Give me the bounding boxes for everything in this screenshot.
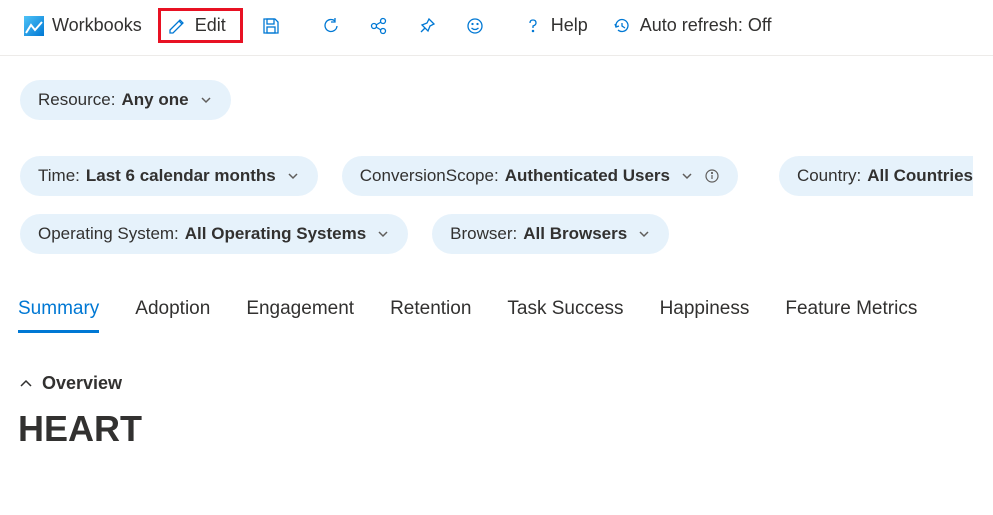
tab-task-success[interactable]: Task Success	[507, 298, 623, 333]
edit-button[interactable]: Edit	[158, 8, 243, 43]
tab-summary[interactable]: Summary	[18, 298, 99, 333]
browser-filter[interactable]: Browser: All Browsers	[432, 214, 669, 254]
pencil-icon	[167, 16, 187, 36]
autorefresh-button[interactable]: Auto refresh: Off	[604, 11, 780, 40]
resource-filter[interactable]: Resource: Any one	[20, 80, 231, 120]
autorefresh-label: Auto refresh: Off	[640, 15, 772, 36]
pin-icon	[417, 16, 437, 36]
refresh-button[interactable]	[311, 12, 351, 40]
question-icon	[523, 16, 543, 36]
tab-happiness[interactable]: Happiness	[660, 298, 750, 333]
filter-value: All Operating Systems	[185, 224, 366, 244]
filter-label: Country:	[797, 166, 861, 186]
tab-engagement[interactable]: Engagement	[246, 298, 354, 333]
filter-label: Operating System:	[38, 224, 179, 244]
share-button[interactable]	[359, 12, 399, 40]
feedback-button[interactable]	[455, 12, 495, 40]
edit-label: Edit	[195, 15, 226, 36]
filter-value: Any one	[121, 90, 188, 110]
page-title: HEART	[18, 408, 975, 450]
workbooks-icon	[24, 16, 44, 36]
chevron-down-icon	[286, 169, 300, 183]
filter-section: Resource: Any one Time: Last 6 calendar …	[0, 56, 993, 298]
workbooks-label: Workbooks	[52, 15, 142, 36]
tab-retention[interactable]: Retention	[390, 298, 471, 333]
toolbar: Workbooks Edit Help	[0, 0, 993, 56]
filter-value: All Browsers	[523, 224, 627, 244]
filter-value: Authenticated Users	[505, 166, 670, 186]
chevron-down-icon	[199, 93, 213, 107]
filter-label: ConversionScope:	[360, 166, 499, 186]
save-icon	[261, 16, 281, 36]
chevron-down-icon	[680, 169, 694, 183]
chevron-down-icon	[637, 227, 651, 241]
filter-value: All Countries	[867, 166, 973, 186]
overview-section-toggle[interactable]: Overview	[18, 373, 975, 394]
section-title: Overview	[42, 373, 122, 394]
save-button[interactable]	[251, 12, 291, 40]
country-filter[interactable]: Country: All Countries	[779, 156, 973, 196]
filter-value: Last 6 calendar months	[86, 166, 276, 186]
share-icon	[369, 16, 389, 36]
filter-label: Browser:	[450, 224, 517, 244]
smiley-icon	[465, 16, 485, 36]
tab-adoption[interactable]: Adoption	[135, 298, 210, 333]
refresh-icon	[321, 16, 341, 36]
help-button[interactable]: Help	[515, 11, 596, 40]
pin-button[interactable]	[407, 12, 447, 40]
chevron-down-icon	[376, 227, 390, 241]
chevron-up-icon	[18, 376, 34, 392]
help-label: Help	[551, 15, 588, 36]
content: Overview HEART	[0, 333, 993, 470]
tab-feature-metrics[interactable]: Feature Metrics	[785, 298, 917, 333]
os-filter[interactable]: Operating System: All Operating Systems	[20, 214, 408, 254]
workbooks-button[interactable]: Workbooks	[16, 11, 150, 40]
history-icon	[612, 16, 632, 36]
filter-label: Resource:	[38, 90, 115, 110]
info-icon[interactable]	[704, 168, 720, 184]
conversionscope-filter[interactable]: ConversionScope: Authenticated Users	[342, 156, 738, 196]
tabs: Summary Adoption Engagement Retention Ta…	[0, 298, 993, 333]
time-filter[interactable]: Time: Last 6 calendar months	[20, 156, 318, 196]
filter-label: Time:	[38, 166, 80, 186]
